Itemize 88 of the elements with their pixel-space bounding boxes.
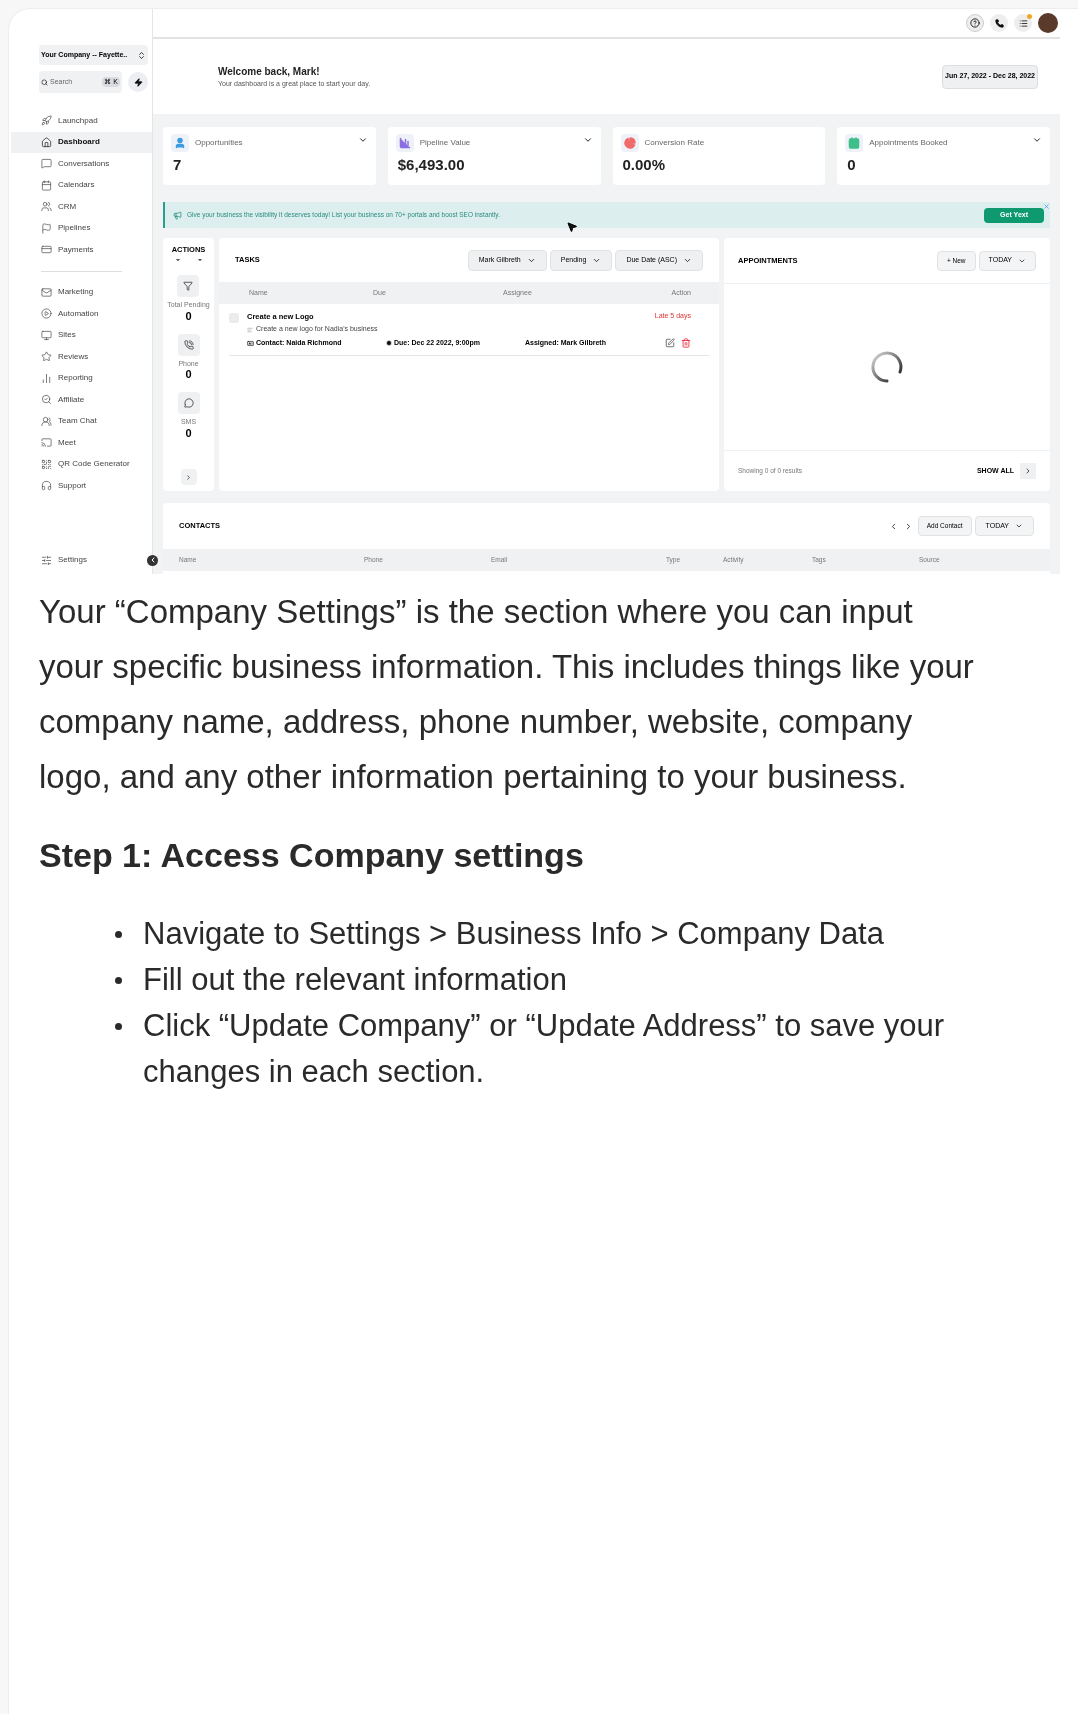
sidebar-item[interactable]: Marketing [11,281,152,303]
nav-icon [41,415,52,427]
chevron-down-icon[interactable] [1032,135,1042,145]
stat-label: Pipeline Value [419,137,471,149]
counter-value: 0 [185,310,192,322]
intro-paragraph: Your “Company Settings” is the section where you can input your specific business information. This includes things like your company name, address, phone number, website, company logo, and any other information pertaining to your business. [39,592,975,797]
action-icon [183,281,194,292]
sidebar-item[interactable]: Support [11,475,152,497]
sidebar-item[interactable]: Conversations [11,153,152,175]
nav-icon [41,372,52,384]
stat-value: 0 [847,155,857,175]
bullet-icon [115,977,122,984]
nav-icon [41,222,52,234]
clock-icon [386,340,392,346]
sidebar-item[interactable]: Payments [11,239,152,261]
phone-icon [994,18,1004,28]
bullet-icon [115,931,122,938]
action-button[interactable] [177,275,200,298]
nav-icon [41,115,52,127]
sidebar-item[interactable]: Dashboard [11,131,152,153]
sidebar-item[interactable]: CRM [11,196,152,218]
nav-icon [41,179,52,191]
stat-value: 0.00% [622,155,667,175]
sidebar-item[interactable]: Automation [11,303,152,325]
sidebar-item[interactable]: Reporting [11,367,152,389]
notifications-button[interactable] [1014,14,1032,32]
action-icon [183,339,194,350]
action-icon [183,398,194,409]
welcome-title: Welcome back, Mark! [218,64,321,79]
sidebar-item[interactable]: Meet [11,432,152,454]
chevron-right-icon [1024,467,1032,475]
contact-icon [247,339,254,347]
search-icon [41,78,48,86]
nav-icon [41,286,52,298]
sidebar-item[interactable]: Calendars [11,174,152,196]
mouse-cursor-icon [566,221,578,233]
lightning-icon [133,77,143,87]
list-icon [1018,18,1028,28]
nav-icon [41,329,52,341]
step-item: Navigate to Settings > Business Info > Company Data [143,915,884,953]
counter-value: 0 [185,369,192,381]
sidebar-item[interactable]: Launchpad [11,110,152,132]
sort-icon [137,50,146,60]
nav-icon [41,394,52,406]
stat-value: $6,493.00 [397,155,466,175]
chevron-right-icon [185,473,192,481]
sidebar-item[interactable]: Sites [11,324,152,346]
nav-icon [41,158,52,170]
stat-label: Conversion Rate [644,137,705,149]
chevron-down-icon [1015,522,1023,530]
nav-icon [41,136,52,148]
stat-label: Opportunities [195,137,243,149]
sidebar-item[interactable]: QR Code Generator [11,453,152,475]
phone-button[interactable] [990,14,1008,32]
chevron-down-icon[interactable] [357,135,368,145]
sidebar-item[interactable]: Pipelines [11,217,152,239]
nav-icon [41,201,52,213]
bullet-icon [115,1023,122,1030]
sidebar-item[interactable]: Team Chat [11,410,152,432]
nav-icon [41,244,52,256]
stat-label: Appointments Booked [869,137,948,149]
help-button[interactable] [966,14,984,32]
megaphone-icon [173,210,182,220]
description-icon [247,326,253,333]
help-icon [970,18,980,28]
quick-action-button[interactable] [128,72,148,92]
nav-icon [41,308,52,320]
nav-icon [41,437,52,449]
sidebar-item[interactable]: Settings [11,554,87,566]
nav-icon [41,480,52,492]
sidebar-item[interactable]: Affiliate [11,389,152,411]
nav-icon [41,351,52,363]
step-heading: Step 1: Access Company settings [39,835,585,876]
caret-icon[interactable] [196,257,203,264]
step-item: Fill out the relevant information [143,961,567,999]
avatar[interactable] [1038,13,1058,33]
counter-value: 0 [185,427,192,439]
edit-icon[interactable] [665,338,675,348]
stat-value: 7 [173,155,183,175]
settings-icon [41,554,52,566]
action-button[interactable] [177,392,200,415]
sidebar-item[interactable]: Reviews [11,346,152,368]
caret-icon[interactable] [174,257,181,264]
nav-icon [41,458,52,470]
chevron-down-icon[interactable] [582,135,593,145]
step-item: Click “Update Company” or “Update Address” to save your changes in each section. [143,1007,946,1091]
delete-icon[interactable] [681,338,691,348]
action-button[interactable] [177,333,200,356]
